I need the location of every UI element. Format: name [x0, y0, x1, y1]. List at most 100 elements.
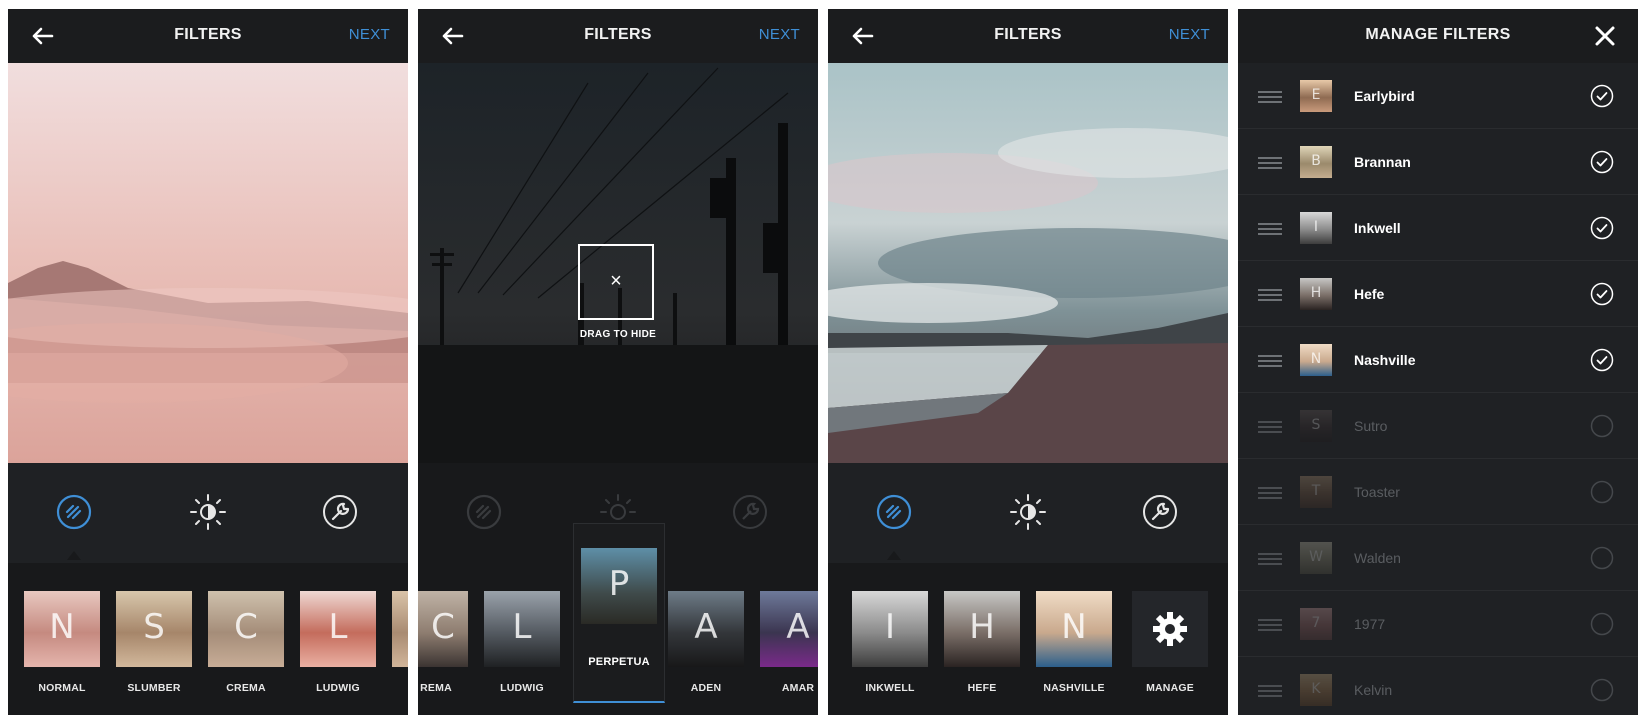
filter-name: Kelvin — [1354, 682, 1393, 698]
drag-handle-icon[interactable] — [1258, 223, 1282, 235]
brightness-icon[interactable] — [188, 492, 228, 532]
filter-thumb-partial[interactable] — [392, 591, 408, 667]
next-button[interactable]: NEXT — [349, 26, 390, 43]
manage-filters-button[interactable] — [1132, 591, 1208, 667]
filters-screen-drag: FILTERS NEXT × DRAG TO HIDE C REMA L LUD… — [418, 9, 818, 715]
filter-label: SLUMBER — [127, 682, 181, 694]
filter-row-kelvin[interactable]: K Kelvin — [1238, 657, 1638, 715]
drag-handle-icon[interactable] — [1258, 355, 1282, 367]
close-icon: × — [610, 270, 622, 292]
filter-label-selected: PERPETUA — [588, 656, 650, 668]
filter-name: Inkwell — [1354, 220, 1401, 236]
drag-handle-icon[interactable] — [1258, 157, 1282, 169]
filter-row-toaster[interactable]: T Toaster — [1238, 459, 1638, 525]
filter-tool-icon[interactable] — [874, 492, 914, 532]
unchecked-circle-icon[interactable] — [1590, 414, 1614, 438]
filter-letter: C — [234, 607, 258, 647]
tools-bar — [8, 463, 408, 563]
filter-label: CREMA — [226, 682, 266, 694]
close-icon[interactable] — [1592, 23, 1618, 49]
filter-label: ADEN — [690, 682, 722, 694]
filter-row-sutro[interactable]: S Sutro — [1238, 393, 1638, 459]
filter-row-nashville[interactable]: N Nashville — [1238, 327, 1638, 393]
filter-thumb-crema[interactable]: C — [208, 591, 284, 667]
wrench-edit-icon[interactable] — [320, 492, 360, 532]
top-bar: FILTERS NEXT — [8, 9, 408, 63]
filter-name: Nashville — [1354, 352, 1416, 368]
checked-circle-icon[interactable] — [1590, 348, 1614, 372]
unchecked-circle-icon[interactable] — [1590, 546, 1614, 570]
brightness-icon[interactable] — [1008, 492, 1048, 532]
filter-list: E Earlybird B Brannan I Inkwell H Hefe N… — [1238, 63, 1638, 715]
filter-name: Hefe — [1354, 286, 1385, 302]
filter-letter: E — [1311, 87, 1321, 103]
unchecked-circle-icon[interactable] — [1590, 612, 1614, 636]
filter-name: Walden — [1354, 550, 1401, 566]
wrench-edit-icon[interactable] — [1140, 492, 1180, 532]
filter-thumb-inkwell[interactable]: I — [852, 591, 928, 667]
filter-thumb-amaro[interactable]: A — [760, 591, 818, 667]
checked-circle-icon[interactable] — [1590, 150, 1614, 174]
filter-letter: N — [49, 607, 75, 647]
filter-row-earlybird[interactable]: E Earlybird — [1238, 63, 1638, 129]
filter-thumb-perpetua[interactable]: P — [581, 548, 657, 624]
checked-circle-icon[interactable] — [1590, 282, 1614, 306]
filters-screen-normal: FILTERS NEXT N NORMAL S SLUMBER C CREMA … — [8, 9, 408, 715]
drag-handle-icon[interactable] — [1258, 685, 1282, 697]
next-button[interactable]: NEXT — [759, 26, 800, 43]
filter-thumb-normal[interactable]: N — [24, 591, 100, 667]
filter-letter: A — [786, 607, 810, 647]
hide-drop-target[interactable]: × — [578, 244, 654, 320]
tools-bar — [828, 463, 1228, 563]
drag-handle-icon[interactable] — [1258, 553, 1282, 565]
drag-to-hide-label: DRAG TO HIDE — [579, 329, 657, 340]
filter-letter: T — [1311, 483, 1321, 499]
unchecked-circle-icon[interactable] — [1590, 678, 1614, 702]
filter-letter: 7 — [1311, 615, 1321, 631]
filter-thumb-ludwig[interactable]: L — [484, 591, 560, 667]
filter-thumb-crema[interactable]: C — [418, 591, 468, 667]
filter-thumb: T — [1300, 476, 1332, 508]
drag-handle-icon[interactable] — [1258, 289, 1282, 301]
drag-handle-icon[interactable] — [1258, 487, 1282, 499]
filter-label: NORMAL — [38, 682, 86, 694]
screen-title: MANAGE FILTERS — [1365, 26, 1511, 43]
filter-letter: I — [1313, 219, 1319, 235]
filter-row-brannan[interactable]: B Brannan — [1238, 129, 1638, 195]
filter-tool-icon[interactable] — [54, 492, 94, 532]
drag-handle-icon[interactable] — [1258, 91, 1282, 103]
drag-handle-icon[interactable] — [1258, 619, 1282, 631]
photo-preview — [828, 63, 1228, 463]
filter-letter: N — [1061, 607, 1087, 647]
dragging-filter-card[interactable]: P PERPETUA — [573, 523, 665, 703]
next-button[interactable]: NEXT — [1169, 26, 1210, 43]
unchecked-circle-icon[interactable] — [1590, 480, 1614, 504]
filter-letter: L — [512, 607, 532, 647]
manage-filters-screen: MANAGE FILTERS E Earlybird B Brannan I I… — [1238, 9, 1638, 715]
filter-thumb-ludwig[interactable]: L — [300, 591, 376, 667]
filter-name: Toaster — [1354, 484, 1400, 500]
filter-name: Earlybird — [1354, 88, 1415, 104]
filter-row-hefe[interactable]: H Hefe — [1238, 261, 1638, 327]
filter-letter: L — [328, 607, 348, 647]
manage-label: MANAGE — [1146, 682, 1194, 694]
filter-name: Sutro — [1354, 418, 1388, 434]
wrench-edit-icon[interactable] — [730, 492, 770, 532]
filter-name: 1977 — [1354, 616, 1386, 632]
filter-row-1977[interactable]: 7 1977 — [1238, 591, 1638, 657]
photo-preview: × DRAG TO HIDE — [418, 63, 818, 463]
filter-thumb-hefe[interactable]: H — [944, 591, 1020, 667]
filter-name: Brannan — [1354, 154, 1411, 170]
filter-thumb-nashville[interactable]: N — [1036, 591, 1112, 667]
filter-thumb: B — [1300, 146, 1332, 178]
filter-row-inkwell[interactable]: I Inkwell — [1238, 195, 1638, 261]
checked-circle-icon[interactable] — [1590, 84, 1614, 108]
filter-row-walden[interactable]: W Walden — [1238, 525, 1638, 591]
filter-label: LUDWIG — [500, 682, 544, 694]
filter-tool-icon[interactable] — [464, 492, 504, 532]
checked-circle-icon[interactable] — [1590, 216, 1614, 240]
filter-thumb-slumber[interactable]: S — [116, 591, 192, 667]
drag-handle-icon[interactable] — [1258, 421, 1282, 433]
filter-thumb: E — [1300, 80, 1332, 112]
filter-thumb-aden[interactable]: A — [668, 591, 744, 667]
